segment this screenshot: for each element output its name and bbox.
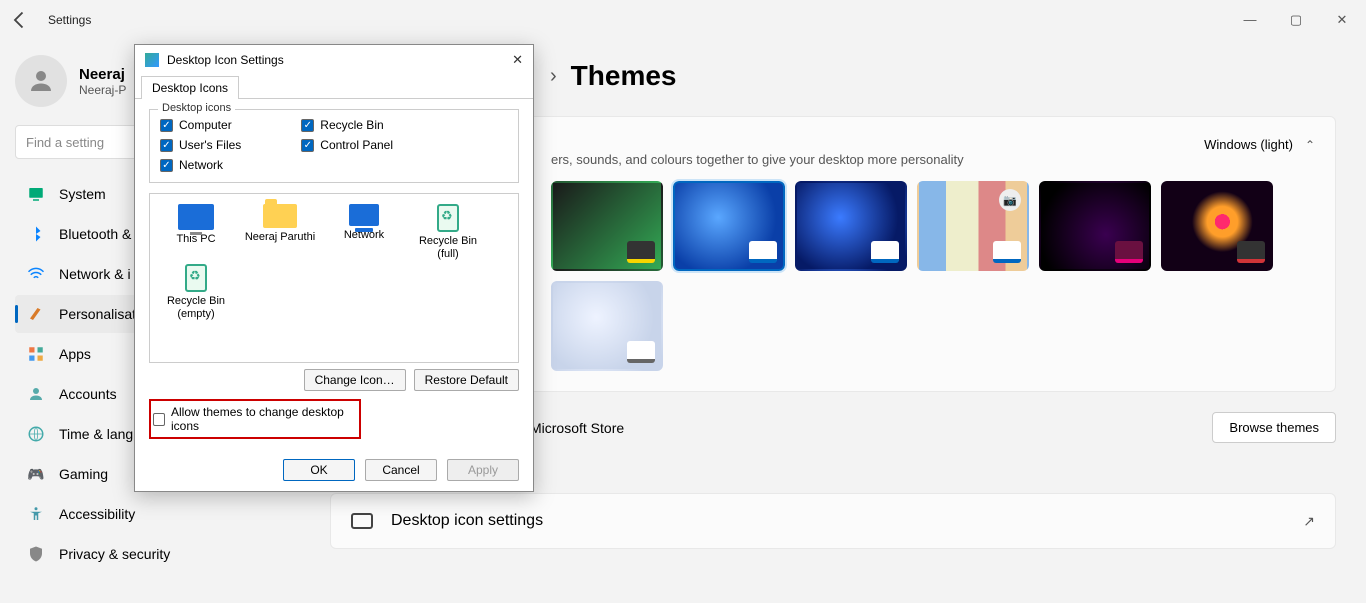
- theme-accent-badge: [627, 241, 655, 263]
- checkmark-icon: ✓: [301, 119, 314, 132]
- window-title: Settings: [48, 13, 91, 27]
- theme-thumb-0[interactable]: [551, 181, 663, 271]
- theme-thumb-5[interactable]: [1161, 181, 1273, 271]
- search-placeholder: Find a setting: [26, 135, 104, 150]
- user-display-name: Neeraj: [79, 66, 126, 83]
- icon-this-pc[interactable]: This PC: [158, 204, 234, 260]
- titlebar: Settings ― ▢ ✕: [0, 0, 1366, 40]
- nav-privacy[interactable]: Privacy & security: [15, 535, 295, 573]
- dialog-tabs: Desktop Icons: [135, 75, 533, 98]
- network-icon: [349, 204, 379, 226]
- dialog-title: Desktop Icon Settings: [167, 53, 284, 67]
- restore-default-button[interactable]: Restore Default: [414, 369, 519, 391]
- close-button[interactable]: ✕: [1328, 12, 1356, 28]
- monitor-icon: [178, 204, 214, 230]
- camera-icon: 📷: [999, 189, 1021, 211]
- user-email: Neeraj-P: [79, 83, 126, 97]
- recycle-icon: [185, 264, 207, 292]
- icon-buttons-row: Change Icon… Restore Default: [149, 369, 519, 391]
- shield-icon: [27, 545, 45, 563]
- icon-user-folder[interactable]: Neeraj Paruthi: [242, 204, 318, 260]
- tab-desktop-icons[interactable]: Desktop Icons: [141, 76, 239, 99]
- back-button[interactable]: [10, 10, 30, 30]
- window-controls: ― ▢ ✕: [1236, 12, 1356, 28]
- current-theme-name: Windows (light): [1204, 137, 1293, 152]
- checkbox-control-panel[interactable]: ✓Control Panel: [301, 138, 393, 152]
- dialog-close-button[interactable]: ✕: [512, 52, 523, 68]
- breadcrumb: › Themes: [550, 60, 1336, 92]
- checkbox-users-files[interactable]: ✓User's Files: [160, 138, 241, 152]
- checkbox-computer[interactable]: ✓Computer: [160, 118, 241, 132]
- theme-thumb-3[interactable]: 📷: [917, 181, 1029, 271]
- theme-thumb-2[interactable]: [795, 181, 907, 271]
- checkmark-icon: ✓: [160, 119, 173, 132]
- icon-recycle-full[interactable]: Recycle Bin (full): [410, 204, 486, 260]
- apply-button[interactable]: Apply: [447, 459, 519, 481]
- theme-accent-badge: [1237, 241, 1265, 263]
- page-title: Themes: [571, 60, 677, 92]
- checkmark-icon: ✓: [301, 139, 314, 152]
- theme-accent-badge: [749, 241, 777, 263]
- user-icon: [27, 385, 45, 403]
- checkmark-icon: ✓: [160, 159, 173, 172]
- theme-grid: 📷: [551, 181, 1315, 371]
- globe-icon: [27, 425, 45, 443]
- nav-accessibility[interactable]: Accessibility: [15, 495, 295, 533]
- checkbox-network[interactable]: ✓Network: [160, 158, 241, 172]
- checkmark-icon: ✓: [160, 139, 173, 152]
- icon-preview-box[interactable]: This PC Neeraj Paruthi Network Recycle B…: [149, 193, 519, 363]
- open-external-icon: ↗: [1303, 513, 1315, 530]
- related-item-label: Desktop icon settings: [391, 512, 543, 530]
- browse-themes-button[interactable]: Browse themes: [1212, 412, 1336, 443]
- cancel-button[interactable]: Cancel: [365, 459, 437, 481]
- chevron-down-icon: ⌃: [1305, 138, 1315, 152]
- dialog-body: Desktop icons ✓Computer ✓User's Files ✓N…: [135, 98, 533, 449]
- system-icon: [27, 185, 45, 203]
- checkbox-recycle-bin[interactable]: ✓Recycle Bin: [301, 118, 393, 132]
- theme-thumb-6[interactable]: [551, 281, 663, 371]
- theme-accent-badge: [627, 341, 655, 363]
- desktop-icon-settings-row[interactable]: Desktop icon settings ↗: [330, 493, 1336, 549]
- maximize-button[interactable]: ▢: [1282, 12, 1310, 28]
- fieldset-legend: Desktop icons: [158, 102, 235, 114]
- dialog-app-icon: [145, 53, 159, 67]
- accessibility-icon: [27, 505, 45, 523]
- avatar: [15, 55, 67, 107]
- store-row: Microsoft Store Browse themes: [530, 412, 1336, 443]
- gamepad-icon: 🎮: [27, 465, 45, 483]
- icon-recycle-empty[interactable]: Recycle Bin (empty): [158, 264, 234, 320]
- theme-thumb-1[interactable]: [673, 181, 785, 271]
- recycle-icon: [437, 204, 459, 232]
- monitor-icon: [351, 513, 373, 529]
- checkbox-grid: ✓Computer ✓User's Files ✓Network ✓Recycl…: [160, 118, 508, 172]
- dialog-footer: OK Cancel Apply: [135, 449, 533, 491]
- ok-button[interactable]: OK: [283, 459, 355, 481]
- icon-network[interactable]: Network: [326, 204, 402, 260]
- bluetooth-icon: [27, 225, 45, 243]
- themes-description: ers, sounds, and colours together to giv…: [551, 152, 1315, 167]
- chevron-right-icon: ›: [550, 65, 557, 88]
- allow-themes-label: Allow themes to change desktop icons: [171, 405, 357, 433]
- apps-icon: [27, 345, 45, 363]
- paintbrush-icon: [27, 305, 45, 323]
- theme-thumb-4[interactable]: [1039, 181, 1151, 271]
- change-icon-button[interactable]: Change Icon…: [304, 369, 406, 391]
- allow-themes-checkbox-row[interactable]: ✓ Allow themes to change desktop icons: [149, 399, 361, 439]
- desktop-icons-fieldset: Desktop icons ✓Computer ✓User's Files ✓N…: [149, 109, 519, 183]
- theme-accent-badge: [871, 241, 899, 263]
- wifi-icon: [27, 265, 45, 283]
- desktop-icon-settings-dialog: Desktop Icon Settings ✕ Desktop Icons De…: [134, 44, 534, 492]
- theme-accent-badge: [993, 241, 1021, 263]
- checkbox-unchecked-icon: ✓: [153, 413, 165, 426]
- titlebar-left: Settings: [10, 10, 91, 30]
- folder-icon: [263, 204, 297, 228]
- dialog-titlebar[interactable]: Desktop Icon Settings ✕: [135, 45, 533, 75]
- store-label: Microsoft Store: [530, 420, 624, 436]
- theme-accent-badge: [1115, 241, 1143, 263]
- minimize-button[interactable]: ―: [1236, 12, 1264, 28]
